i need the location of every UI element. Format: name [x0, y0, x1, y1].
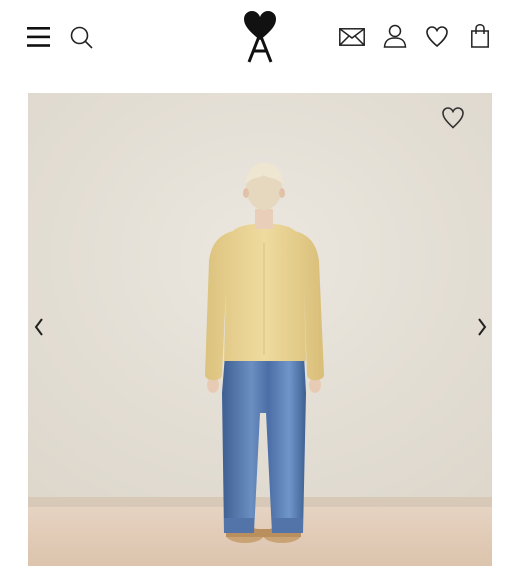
- heart-outline-icon[interactable]: [442, 107, 464, 129]
- search-icon[interactable]: [70, 26, 94, 50]
- shopping-bag-icon[interactable]: [471, 24, 489, 48]
- top-navigation-bar: [0, 0, 520, 80]
- product-image[interactable]: [28, 93, 492, 566]
- user-icon[interactable]: [383, 24, 407, 48]
- chevron-left-icon[interactable]: [28, 312, 52, 342]
- heart-icon[interactable]: [426, 26, 448, 48]
- hamburger-menu-icon[interactable]: [27, 27, 51, 47]
- ami-heart-logo[interactable]: [243, 10, 277, 64]
- chevron-right-icon[interactable]: [470, 312, 492, 342]
- product-photo: [28, 93, 492, 566]
- envelope-icon[interactable]: [339, 28, 365, 46]
